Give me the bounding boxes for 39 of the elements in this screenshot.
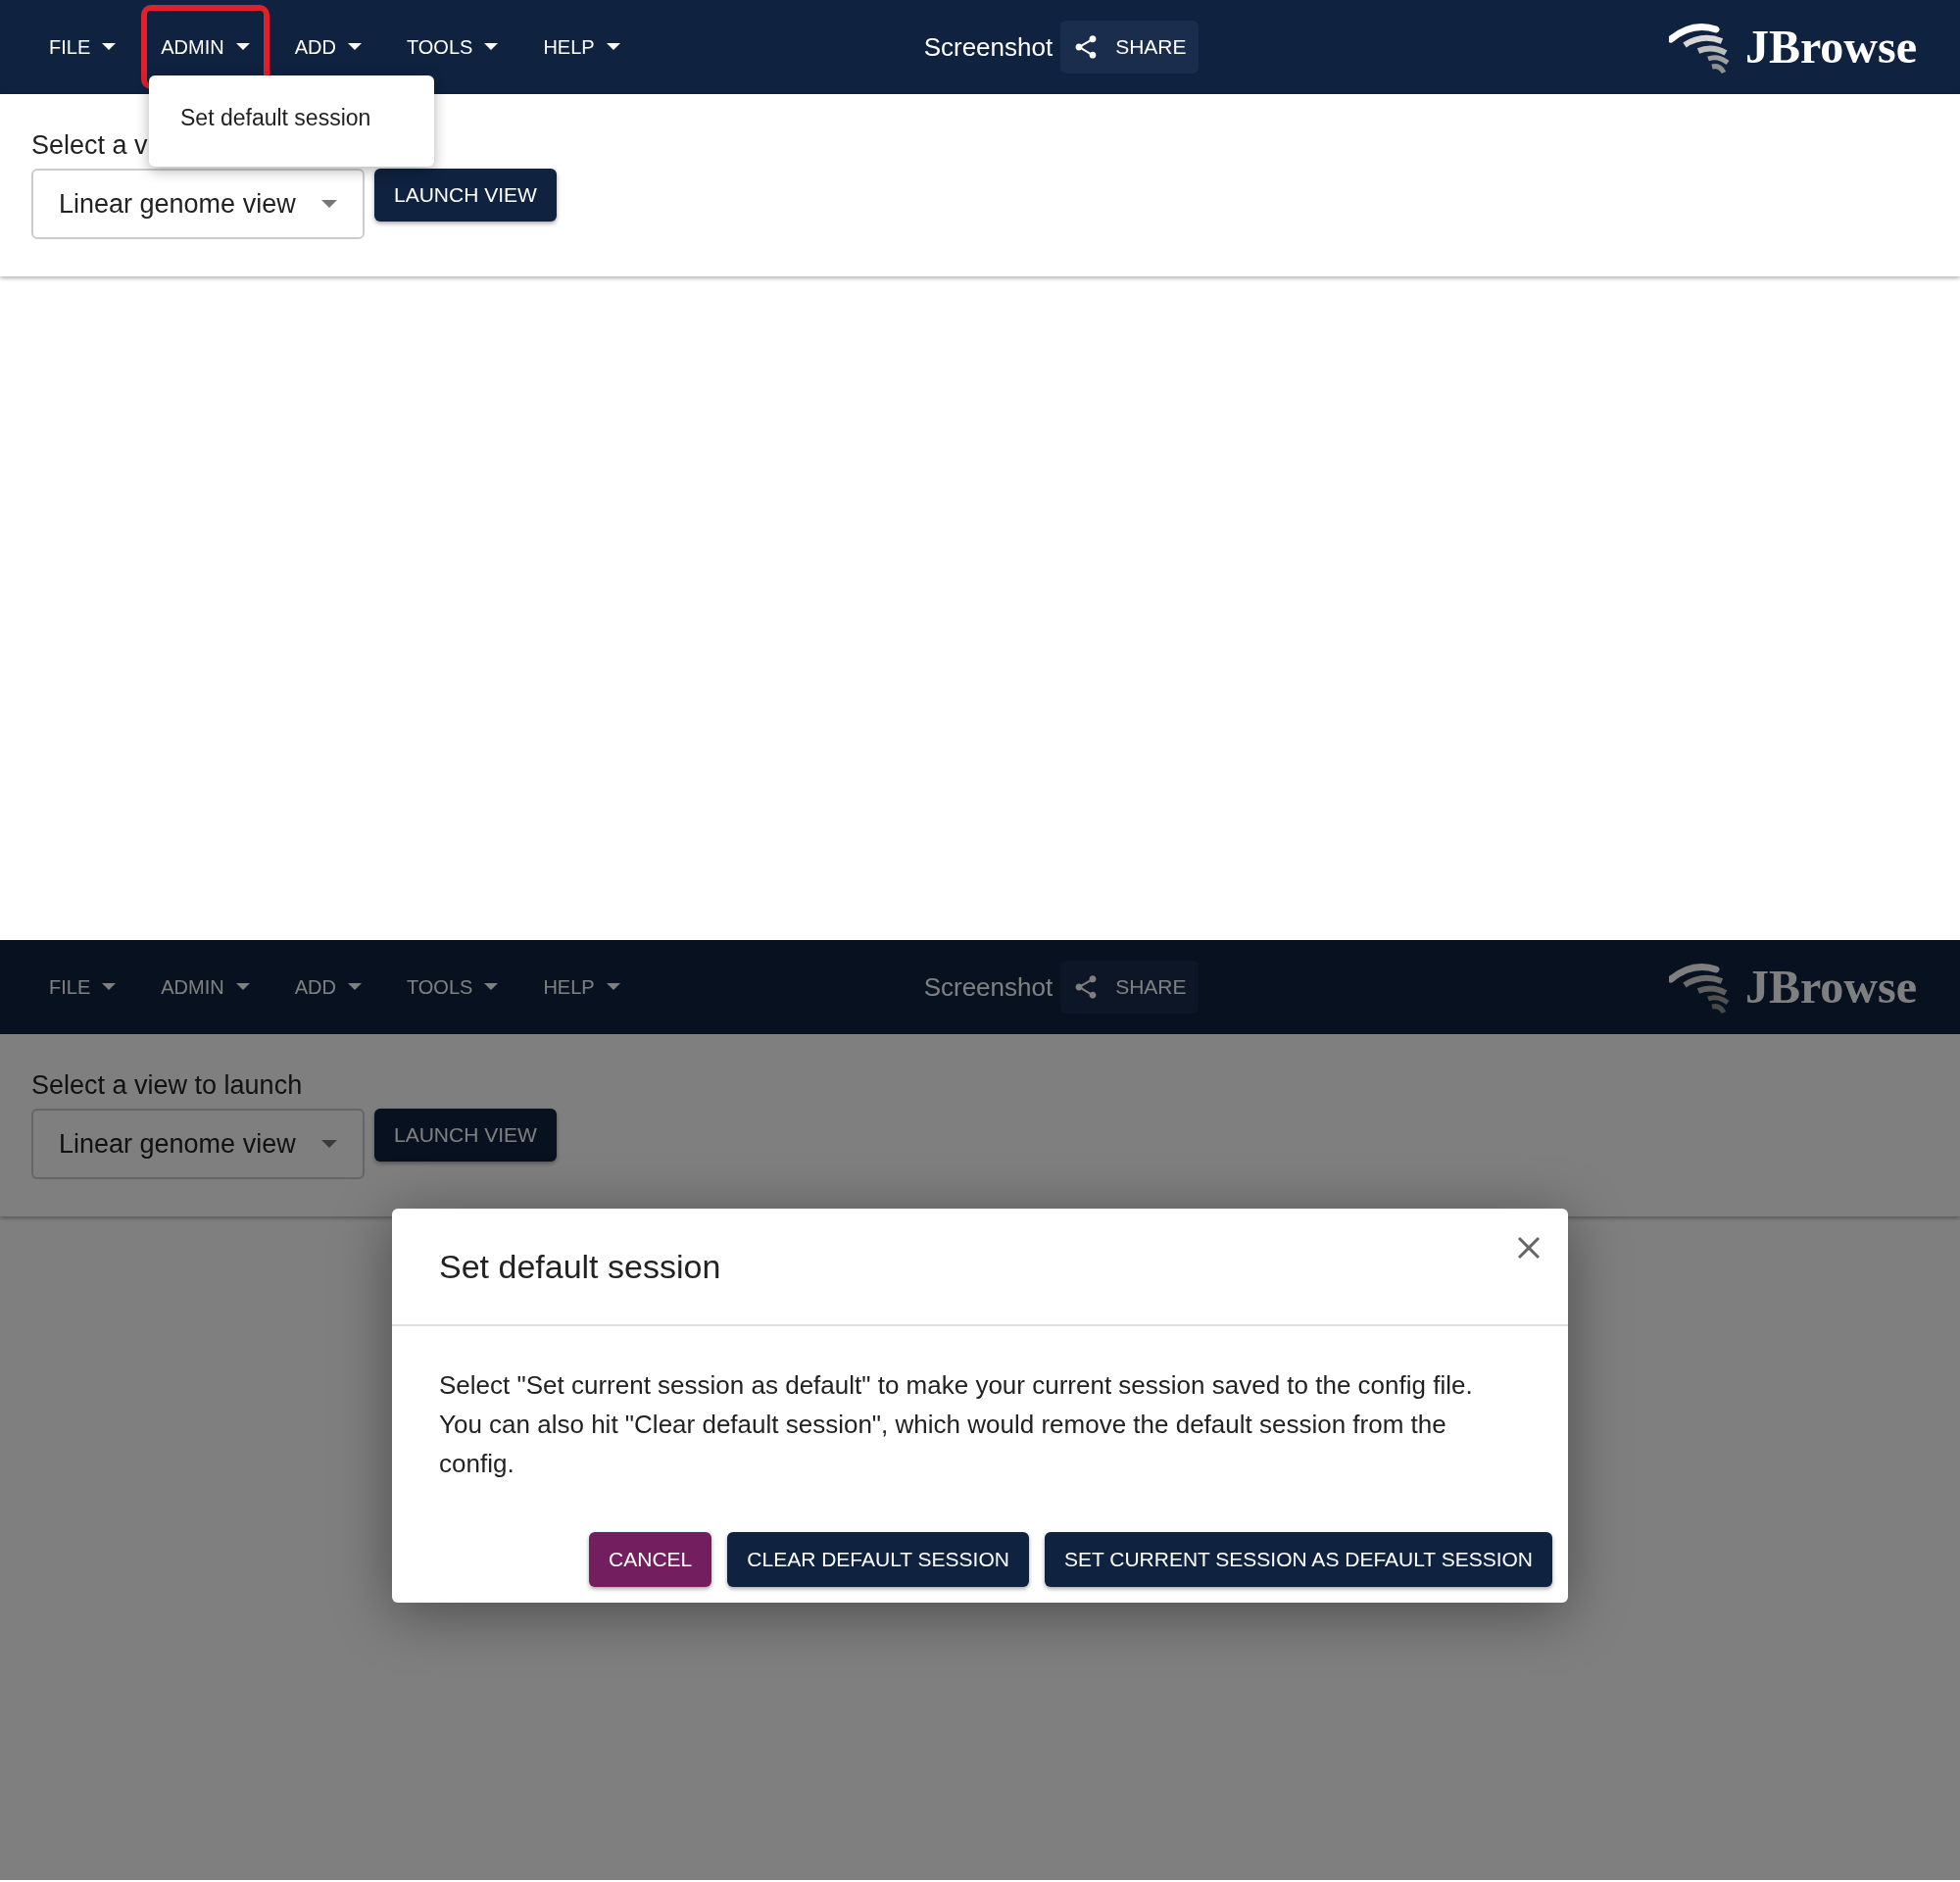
logo-text: JBrowse [1744,964,1917,1011]
menu-button[interactable]: TOOLS [386,5,518,89]
menu-button[interactable]: ADMIN [141,945,270,1029]
menu-button[interactable]: TOOLS [386,945,518,1029]
caret-icon [235,983,250,991]
dialog-text: Select "Set current session as default" to make your current session saved to the config file. You can also hit "Clear default session", which would remove the default session from the config. [438,1369,1474,1480]
launch-view-button[interactable]: LAUNCH VIEW [374,1109,557,1162]
dialog-title: Set default session [439,1246,721,1287]
caret-icon [606,43,620,51]
menu-button[interactable]: FILE [29,945,136,1029]
view-select[interactable]: Linear genome view [31,169,365,239]
caret-icon [606,983,620,991]
dialog-button[interactable]: CANCEL [589,1532,712,1587]
view-label: Select a v [31,129,149,162]
menu-item[interactable]: Set default session [149,101,403,135]
caret-icon [102,43,117,51]
caret-icon [235,43,250,51]
caret-icon [347,43,362,51]
caret-icon [102,983,117,991]
caret-icon [484,983,499,991]
dropdown-arrow-icon [321,1140,337,1148]
view-label: Select a view to launch [31,1069,304,1102]
screenshot-label: Screenshot [923,970,1054,1004]
view-select[interactable]: Linear genome view [31,1109,365,1179]
dialog-button[interactable]: SET CURRENT SESSION AS DEFAULT SESSION [1044,1532,1552,1587]
menu-button[interactable]: HELP [523,945,640,1029]
menu-button[interactable]: FILE [29,5,136,89]
logo-text: JBrowse [1744,24,1917,71]
dropdown-arrow-icon [321,200,337,208]
caret-icon [484,43,499,51]
menu-button[interactable]: ADD [274,945,381,1029]
launch-view-button[interactable]: LAUNCH VIEW [374,169,557,222]
dialog-button[interactable]: CLEAR DEFAULT SESSION [727,1532,1029,1587]
share-button[interactable]: SHARE [1060,21,1199,74]
menu-button[interactable]: ADD [274,5,381,89]
menu-button[interactable]: HELP [523,5,640,89]
caret-icon [347,983,362,991]
share-button[interactable]: SHARE [1060,961,1199,1014]
screenshot-label: Screenshot [923,30,1054,64]
